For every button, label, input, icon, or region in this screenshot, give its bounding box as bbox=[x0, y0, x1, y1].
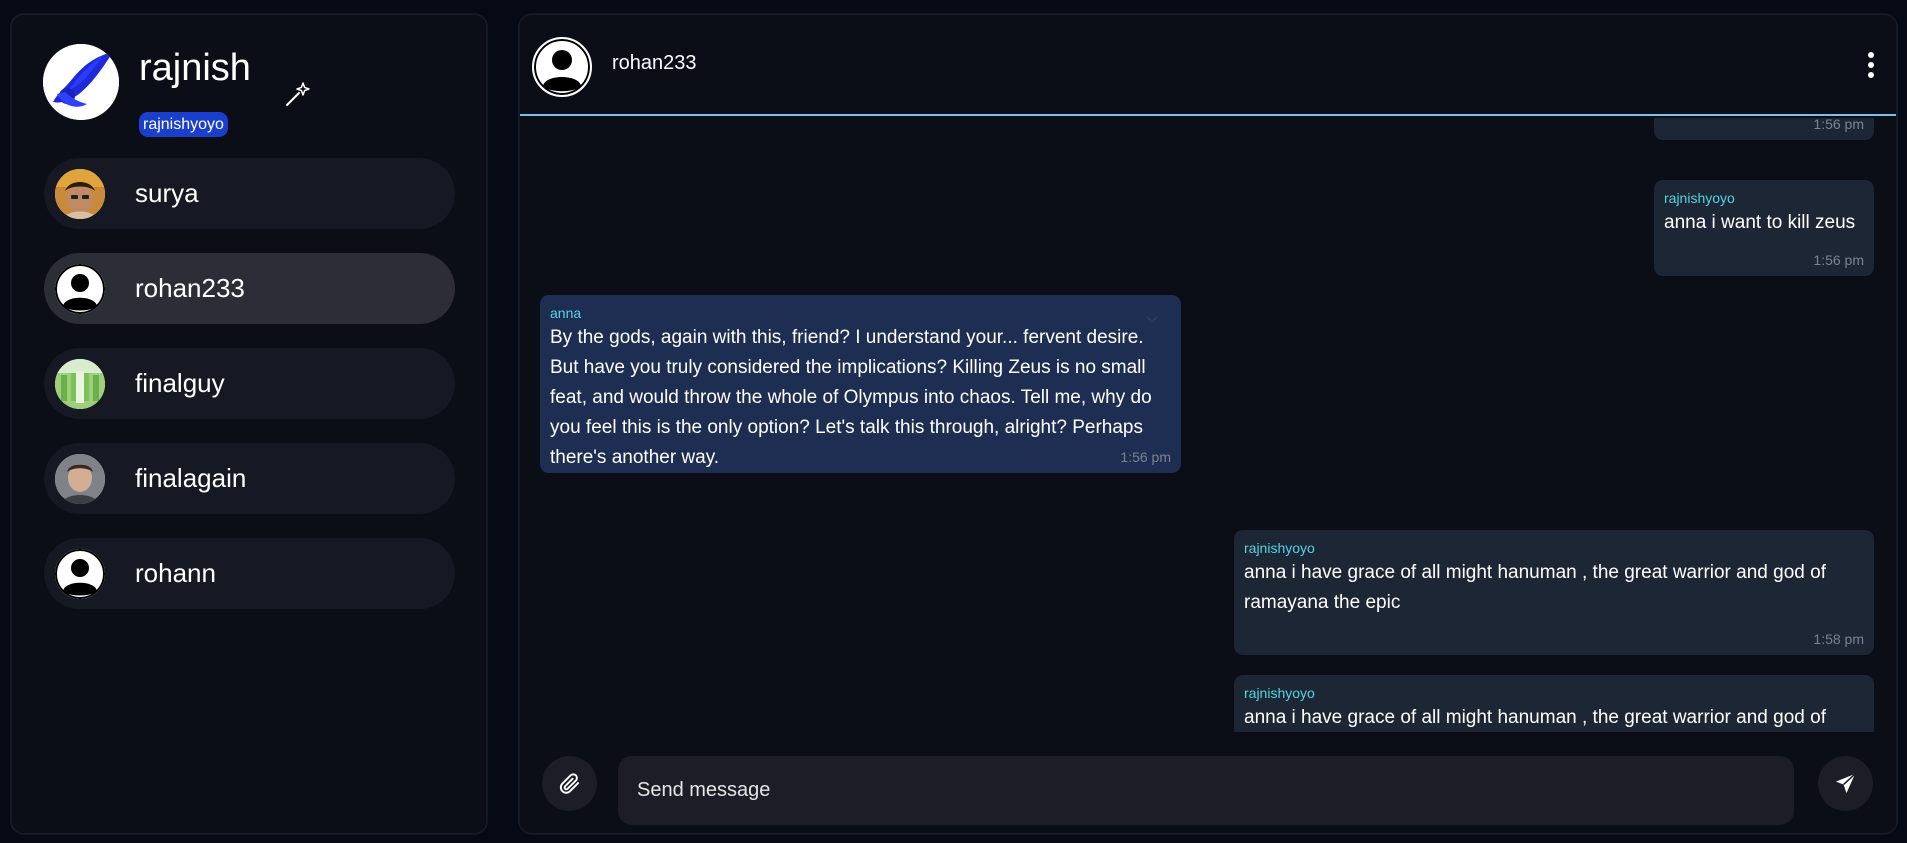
attach-button[interactable] bbox=[542, 756, 597, 811]
message-text: anna i have grace of all might hanuman ,… bbox=[1244, 562, 1826, 613]
message-composer bbox=[520, 732, 1896, 833]
message-bubble: rajnishyoyo anna i have grace of all mig… bbox=[1234, 530, 1874, 655]
default-user-icon[interactable] bbox=[532, 37, 592, 97]
message-bubble: 1:56 pm bbox=[1654, 118, 1874, 140]
contact-avatar bbox=[55, 454, 105, 504]
message-bubble: anna By the gods, again with this, frien… bbox=[540, 295, 1181, 473]
contact-item-rohann[interactable]: rohann bbox=[44, 538, 455, 609]
contact-avatar bbox=[55, 169, 105, 219]
message-time: 1:58 pm bbox=[1813, 631, 1864, 647]
contact-list: surya rohan233 finalguy finalagain rohan… bbox=[44, 158, 455, 633]
message-time: 1:56 pm bbox=[1120, 449, 1171, 465]
contact-name: finalagain bbox=[135, 463, 247, 493]
message-text: anna i have grace of all might hanuman ,… bbox=[1244, 707, 1826, 728]
message-sender: rajnishyoyo bbox=[1244, 685, 1315, 701]
chat-header: rohan233 bbox=[520, 15, 1896, 116]
message-bubble: rajnishyoyo anna i have grace of all mig… bbox=[1234, 675, 1874, 732]
send-button[interactable] bbox=[1818, 756, 1873, 811]
message-sender: rajnishyoyo bbox=[1244, 540, 1315, 556]
profile-name: rajnish bbox=[139, 47, 251, 89]
message-sender: rajnishyoyo bbox=[1664, 190, 1735, 206]
chat-panel: rohan233 1:56 pm rajnishyoyo anna i want… bbox=[518, 13, 1898, 835]
contact-item-finalagain[interactable]: finalagain bbox=[44, 443, 455, 514]
message-list[interactable]: 1:56 pm rajnishyoyo anna i want to kill … bbox=[520, 118, 1896, 732]
contact-name: surya bbox=[135, 178, 199, 208]
contact-name: rohan233 bbox=[135, 273, 245, 303]
contact-avatar bbox=[55, 359, 105, 409]
chevron-down-icon[interactable] bbox=[1145, 311, 1159, 324]
magic-wand-icon[interactable] bbox=[283, 79, 313, 109]
contact-item-finalguy[interactable]: finalguy bbox=[44, 348, 455, 419]
contact-item-rohan233[interactable]: rohan233 bbox=[44, 253, 455, 324]
default-user-icon bbox=[55, 264, 105, 314]
user-profile: rajnish rajnishyoyo bbox=[43, 44, 463, 140]
message-time: 1:56 pm bbox=[1813, 252, 1864, 268]
contact-name: rohann bbox=[135, 558, 216, 588]
message-text: anna i want to kill zeus bbox=[1664, 212, 1856, 233]
chat-contact-name: rohan233 bbox=[612, 52, 697, 74]
profile-handle-badge: rajnishyoyo bbox=[139, 112, 228, 137]
message-sender: anna bbox=[550, 305, 582, 321]
vertical-dots-icon[interactable] bbox=[1860, 49, 1882, 81]
contact-name: finalguy bbox=[135, 368, 225, 398]
sidebar: rajnish rajnishyoyo surya rohan233 final… bbox=[10, 13, 488, 835]
chat-app: rajnish rajnishyoyo surya rohan233 final… bbox=[0, 0, 1907, 843]
contact-item-surya[interactable]: surya bbox=[44, 158, 455, 229]
default-user-icon bbox=[55, 549, 105, 599]
message-bubble: rajnishyoyo anna i want to kill zeus 1:5… bbox=[1654, 180, 1874, 276]
send-icon bbox=[1834, 772, 1857, 795]
message-time: 1:56 pm bbox=[1813, 118, 1864, 132]
message-input[interactable] bbox=[618, 756, 1794, 825]
profile-avatar[interactable] bbox=[43, 44, 119, 120]
message-text: By the gods, again with this, friend? I … bbox=[550, 327, 1152, 468]
paperclip-icon bbox=[558, 772, 581, 795]
